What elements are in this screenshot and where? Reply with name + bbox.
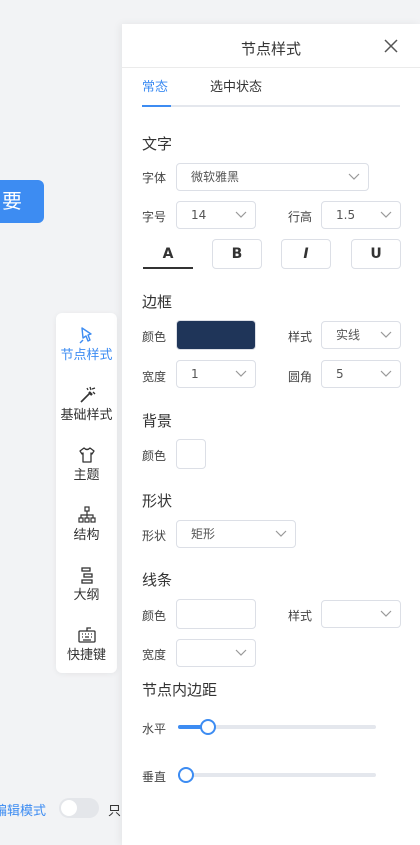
close-icon[interactable] xyxy=(382,37,400,55)
chevron-down-icon xyxy=(380,331,392,339)
padding-horizontal-label: 水平 xyxy=(142,722,167,736)
border-style-select[interactable]: 实线 xyxy=(321,321,401,349)
border-radius-label: 圆角 xyxy=(288,370,313,384)
bottom-bar: 编辑模式 只 xyxy=(0,796,122,822)
shape-label: 形状 xyxy=(142,529,167,543)
border-width-value: 1 xyxy=(191,367,199,381)
node-style-panel: 节点样式 常态 选中状态 文字 字体 微软雅黑 字号 14 行高 1.5 A B… xyxy=(122,24,420,845)
toolbar-node-style[interactable]: 节点样式 xyxy=(56,323,117,373)
toolbar-shortcuts[interactable]: 快捷键 xyxy=(56,623,117,673)
border-width-select[interactable]: 1 xyxy=(176,360,256,388)
padding-horizontal-slider[interactable] xyxy=(178,719,376,735)
chevron-down-icon xyxy=(235,649,247,657)
edit-mode-toggle[interactable] xyxy=(59,798,99,818)
line-height-label: 行高 xyxy=(288,210,313,224)
toolbar-label: 大纲 xyxy=(73,588,100,603)
toolbar-label: 节点样式 xyxy=(60,348,113,363)
font-label: 字体 xyxy=(142,171,167,185)
slider-thumb[interactable] xyxy=(178,767,194,783)
chevron-down-icon xyxy=(380,211,392,219)
text-color-button[interactable]: A xyxy=(143,239,193,269)
edit-mode-label: 编辑模式 xyxy=(0,804,47,819)
section-title-line: 线条 xyxy=(142,571,173,589)
keyboard-icon xyxy=(56,623,117,647)
toolbar-base-style[interactable]: 基础样式 xyxy=(56,383,117,433)
toolbar-outline[interactable]: 大纲 xyxy=(56,563,117,613)
tab-normal[interactable]: 常态 xyxy=(142,79,168,97)
node-label: 要 xyxy=(2,189,22,213)
section-title-shape: 形状 xyxy=(142,492,173,510)
font-size-value: 14 xyxy=(191,208,207,222)
chevron-down-icon xyxy=(275,530,287,538)
state-tabs: 常态 选中状态 xyxy=(142,79,400,107)
border-radius-select[interactable]: 5 xyxy=(321,360,401,388)
toggle-knob xyxy=(61,800,77,816)
section-title-text: 文字 xyxy=(142,135,173,153)
section-title-padding: 节点内边距 xyxy=(142,681,218,699)
font-select[interactable]: 微软雅黑 xyxy=(176,163,369,191)
line-style-label: 样式 xyxy=(288,609,313,623)
chevron-down-icon xyxy=(380,370,392,378)
side-toolbar: 节点样式 基础样式 主题 结构 大纲 快捷键 xyxy=(56,313,117,673)
toolbar-theme[interactable]: 主题 xyxy=(56,443,117,493)
padding-vertical-label: 垂直 xyxy=(142,770,167,784)
border-color-swatch[interactable] xyxy=(176,320,256,350)
shape-select[interactable]: 矩形 xyxy=(176,520,296,548)
readonly-label: 只 xyxy=(108,804,122,819)
font-value: 微软雅黑 xyxy=(191,170,240,184)
header-divider xyxy=(122,67,420,68)
chevron-down-icon xyxy=(380,610,392,618)
italic-button[interactable]: I xyxy=(281,239,331,269)
toolbar-label: 快捷键 xyxy=(66,648,106,663)
border-style-value: 实线 xyxy=(336,328,361,342)
line-color-label: 颜色 xyxy=(142,609,167,623)
line-height-select[interactable]: 1.5 xyxy=(321,201,401,229)
bold-button[interactable]: B xyxy=(212,239,262,269)
mind-map-node[interactable]: 要 xyxy=(0,180,44,223)
magic-wand-icon xyxy=(56,383,117,407)
font-size-select[interactable]: 14 xyxy=(176,201,256,229)
outline-list-icon xyxy=(56,563,117,587)
line-width-select[interactable] xyxy=(176,639,256,667)
toolbar-structure[interactable]: 结构 xyxy=(56,503,117,553)
chevron-down-icon xyxy=(235,211,247,219)
toolbar-label: 基础样式 xyxy=(60,408,113,423)
toolbar-label: 结构 xyxy=(73,528,100,543)
paint-brush-icon xyxy=(56,323,117,347)
padding-vertical-slider[interactable] xyxy=(178,767,376,783)
section-title-border: 边框 xyxy=(142,293,173,311)
border-radius-value: 5 xyxy=(336,367,344,381)
underline-button[interactable]: U xyxy=(351,239,401,269)
line-width-label: 宽度 xyxy=(142,648,167,662)
tab-active-indicator xyxy=(142,105,171,107)
tab-selected[interactable]: 选中状态 xyxy=(210,79,262,97)
line-style-select[interactable] xyxy=(321,600,401,628)
line-height-value: 1.5 xyxy=(336,208,356,222)
slider-thumb[interactable] xyxy=(199,719,216,735)
shirt-icon xyxy=(56,443,117,467)
background-color-label: 颜色 xyxy=(142,449,167,463)
toolbar-label: 主题 xyxy=(73,468,100,483)
shape-value: 矩形 xyxy=(191,527,216,541)
panel-title: 节点样式 xyxy=(240,40,301,58)
border-color-label: 颜色 xyxy=(142,330,167,344)
chevron-down-icon xyxy=(348,173,360,181)
chevron-down-icon xyxy=(235,370,247,378)
tree-structure-icon xyxy=(56,503,117,527)
section-title-background: 背景 xyxy=(142,412,173,430)
background-color-swatch[interactable] xyxy=(176,439,206,469)
font-size-label: 字号 xyxy=(142,210,167,224)
border-width-label: 宽度 xyxy=(142,370,167,384)
line-color-swatch[interactable] xyxy=(176,599,256,629)
border-style-label: 样式 xyxy=(288,330,313,344)
